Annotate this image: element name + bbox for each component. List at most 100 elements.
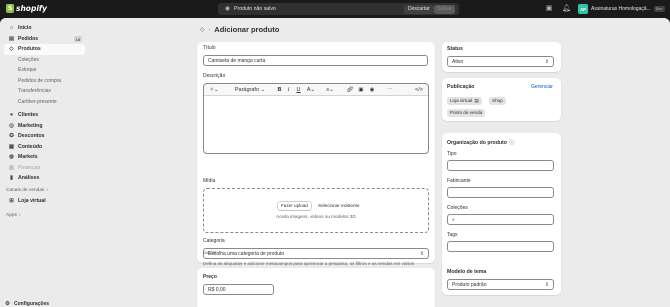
sidebar-item-analytics[interactable]: ▮ Análises [4, 173, 85, 184]
ai-magic-icon[interactable]: ✧⌄ [208, 86, 220, 94]
storefront-icon: ⊞ [9, 197, 14, 204]
status-title: Status [447, 46, 463, 52]
sidebar-item-home[interactable]: ⌂ Início [4, 23, 85, 34]
status-select[interactable]: Ativo ⇕ [447, 56, 554, 67]
video-icon[interactable]: ◉ [368, 86, 376, 94]
paragraph-format-select[interactable]: Parágrafo ⌄ [232, 86, 268, 94]
channel-tag-online-store: Loja virtual ▤ [447, 97, 482, 105]
sidebar-item-label: Descontos [18, 133, 45, 140]
text-color-icon[interactable]: A⌄ [305, 86, 317, 94]
sales-channels-heading[interactable]: Canais de vendas › [0, 186, 89, 196]
section-label: Canais de vendas [6, 188, 45, 193]
publication-title: Publicação [447, 84, 475, 90]
sidebar-item-label: Conteúdo [18, 143, 43, 150]
sidebar-item-markets[interactable]: ◍ Markets [4, 152, 85, 163]
globe-icon: ◍ [9, 154, 14, 161]
theme-template-select[interactable]: Produto padrão ⇕ [447, 279, 554, 290]
sidebar-item-label: Finanças [18, 164, 41, 171]
type-input[interactable] [447, 160, 554, 171]
more-icon[interactable]: ⋯ [386, 86, 394, 94]
bold-icon[interactable]: B [276, 86, 283, 94]
sidebar-item-finance[interactable]: ▥ Finanças [4, 163, 85, 174]
sidebar-subitem-purchase-orders[interactable]: Pedidos de compra [4, 76, 85, 87]
store-switcher[interactable]: AP Assinaturas Homologaçã... Dev [578, 3, 665, 15]
price-card: Preço R$ 0,00 [197, 268, 435, 307]
type-label: Tipo [447, 151, 457, 157]
category-placeholder: Escolha uma categoria de produto [208, 251, 285, 257]
image-icon[interactable]: ▣ [357, 86, 365, 94]
sidebar-subitem-collections[interactable]: Coleções [4, 55, 85, 66]
sidebar-item-label: Início [18, 25, 32, 32]
gear-icon: ⚙ [5, 301, 10, 307]
media-hint: Aceita imagens, vídeos ou modelos 3D [276, 214, 356, 219]
save-button[interactable]: Salvar [434, 4, 455, 14]
organization-title: Organização do produto ⓘ [447, 139, 515, 146]
orders-count-badge: 18 [73, 36, 82, 42]
product-details-card: Título Camiseta de manga curta Descrição… [197, 42, 435, 266]
chevron-updown-icon: ⇕ [419, 251, 424, 257]
italic-icon[interactable]: I [285, 86, 292, 94]
sidebar-item-orders[interactable]: ▤ Pedidos 18 [4, 34, 85, 45]
dev-badge: Dev [653, 6, 665, 12]
discard-button[interactable]: Descartar [404, 4, 434, 14]
select-existing-button[interactable]: Selecionar existente [315, 202, 362, 210]
apps-heading[interactable]: Apps › [0, 210, 89, 220]
sidebar-item-online-store[interactable]: ⊞ Loja virtual [4, 196, 85, 207]
shopify-logo[interactable]: shopify [6, 4, 47, 13]
title-input[interactable]: Camiseta de manga curta [203, 55, 428, 66]
sidebar-item-content[interactable]: ▦ Conteúdo [4, 142, 85, 153]
sidebar-item-label: Marketing [18, 122, 43, 129]
bank-icon: ▥ [8, 164, 15, 171]
category-help-line2: canais. [203, 250, 218, 255]
manage-publication-link[interactable]: Gerenciar [531, 84, 553, 90]
price-input[interactable]: R$ 0,00 [203, 284, 274, 295]
tags-input[interactable] [447, 241, 554, 252]
chevron-right-icon: › [18, 212, 21, 218]
alert-icon: ◉ [224, 5, 231, 12]
description-editor[interactable]: ✧⌄ Parágrafo ⌄ B I U A⌄ ≡⌄ 🔗︎ ▣ ◉ ⋯ </> [203, 83, 429, 154]
status-card: Status Ativo ⇕ [442, 42, 561, 72]
info-icon[interactable]: ⓘ [509, 140, 514, 146]
app-frame: ⌂ Início ▤ Pedidos 18 ◇ Produtos Coleçõe… [0, 18, 670, 307]
category-help-line1: Defina as alíquotas e adicione metacampo… [203, 261, 414, 266]
upload-button[interactable]: Fazer upload [278, 202, 311, 210]
page-header: ◇ › Adicionar produto [200, 25, 279, 34]
sidebar-item-label: Pedidos [18, 35, 39, 42]
category-select[interactable]: Escolha uma categoria de produto ⇕ [203, 248, 429, 259]
store-name: Assinaturas Homologaçã... [591, 6, 651, 12]
sidebar-item-label: Clientes [18, 112, 39, 119]
sidebar: ⌂ Início ▤ Pedidos 18 ◇ Produtos Coleçõe… [0, 18, 89, 307]
organization-title-text: Organização do produto [447, 140, 507, 146]
chevron-right-icon: › [46, 188, 49, 193]
home-icon: ⌂ [9, 25, 14, 32]
theme-template-card: Modelo de tema Produto padrão ⇕ [442, 265, 561, 295]
sidebar-item-label: Produtos [18, 46, 41, 53]
unsaved-status: Produto não salvo [234, 6, 276, 12]
discount-icon: ✪ [9, 133, 14, 140]
vendor-input[interactable] [447, 187, 554, 198]
sidebar-item-marketing[interactable]: ◎ Marketing [4, 121, 85, 132]
store-icon[interactable]: ▣ [545, 5, 553, 13]
breadcrumb-separator-icon: › [208, 26, 211, 33]
sidebar-subitem-inventory[interactable]: Estoque [4, 65, 85, 76]
content-icon: ▦ [8, 143, 15, 150]
underline-icon[interactable]: U [295, 86, 302, 94]
store-avatar: AP [578, 4, 588, 14]
code-icon[interactable]: </> [414, 86, 424, 94]
bell-icon[interactable]: 🔔︎ [562, 5, 571, 13]
media-dropzone[interactable]: Fazer upload Selecionar existente Aceita… [203, 188, 429, 233]
calendar-icon[interactable]: ▤ [475, 98, 479, 103]
sidebar-item-settings[interactable]: ⚙ Configurações [4, 301, 49, 307]
sidebar-item-discounts[interactable]: ✪ Descontos [4, 131, 85, 142]
collections-input[interactable]: ⌕ [447, 214, 554, 225]
sidebar-item-customers[interactable]: ● Clientes [4, 110, 85, 121]
organization-card: Organização do produto ⓘ Tipo Fabricante… [442, 133, 561, 275]
link-icon[interactable]: 🔗︎ [346, 86, 354, 94]
tag-icon[interactable]: ◇ [200, 26, 205, 33]
sidebar-item-products[interactable]: ◇ Produtos [4, 44, 85, 55]
sidebar-subitem-gift-cards[interactable]: Cartões-presente [4, 97, 85, 108]
sidebar-subitem-transfers[interactable]: Transferências [4, 86, 85, 97]
unsaved-bar: ◉ Produto não salvo Descartar Salvar [218, 3, 459, 15]
align-icon[interactable]: ≡⌄ [324, 86, 336, 94]
description-label: Descrição [203, 73, 226, 79]
